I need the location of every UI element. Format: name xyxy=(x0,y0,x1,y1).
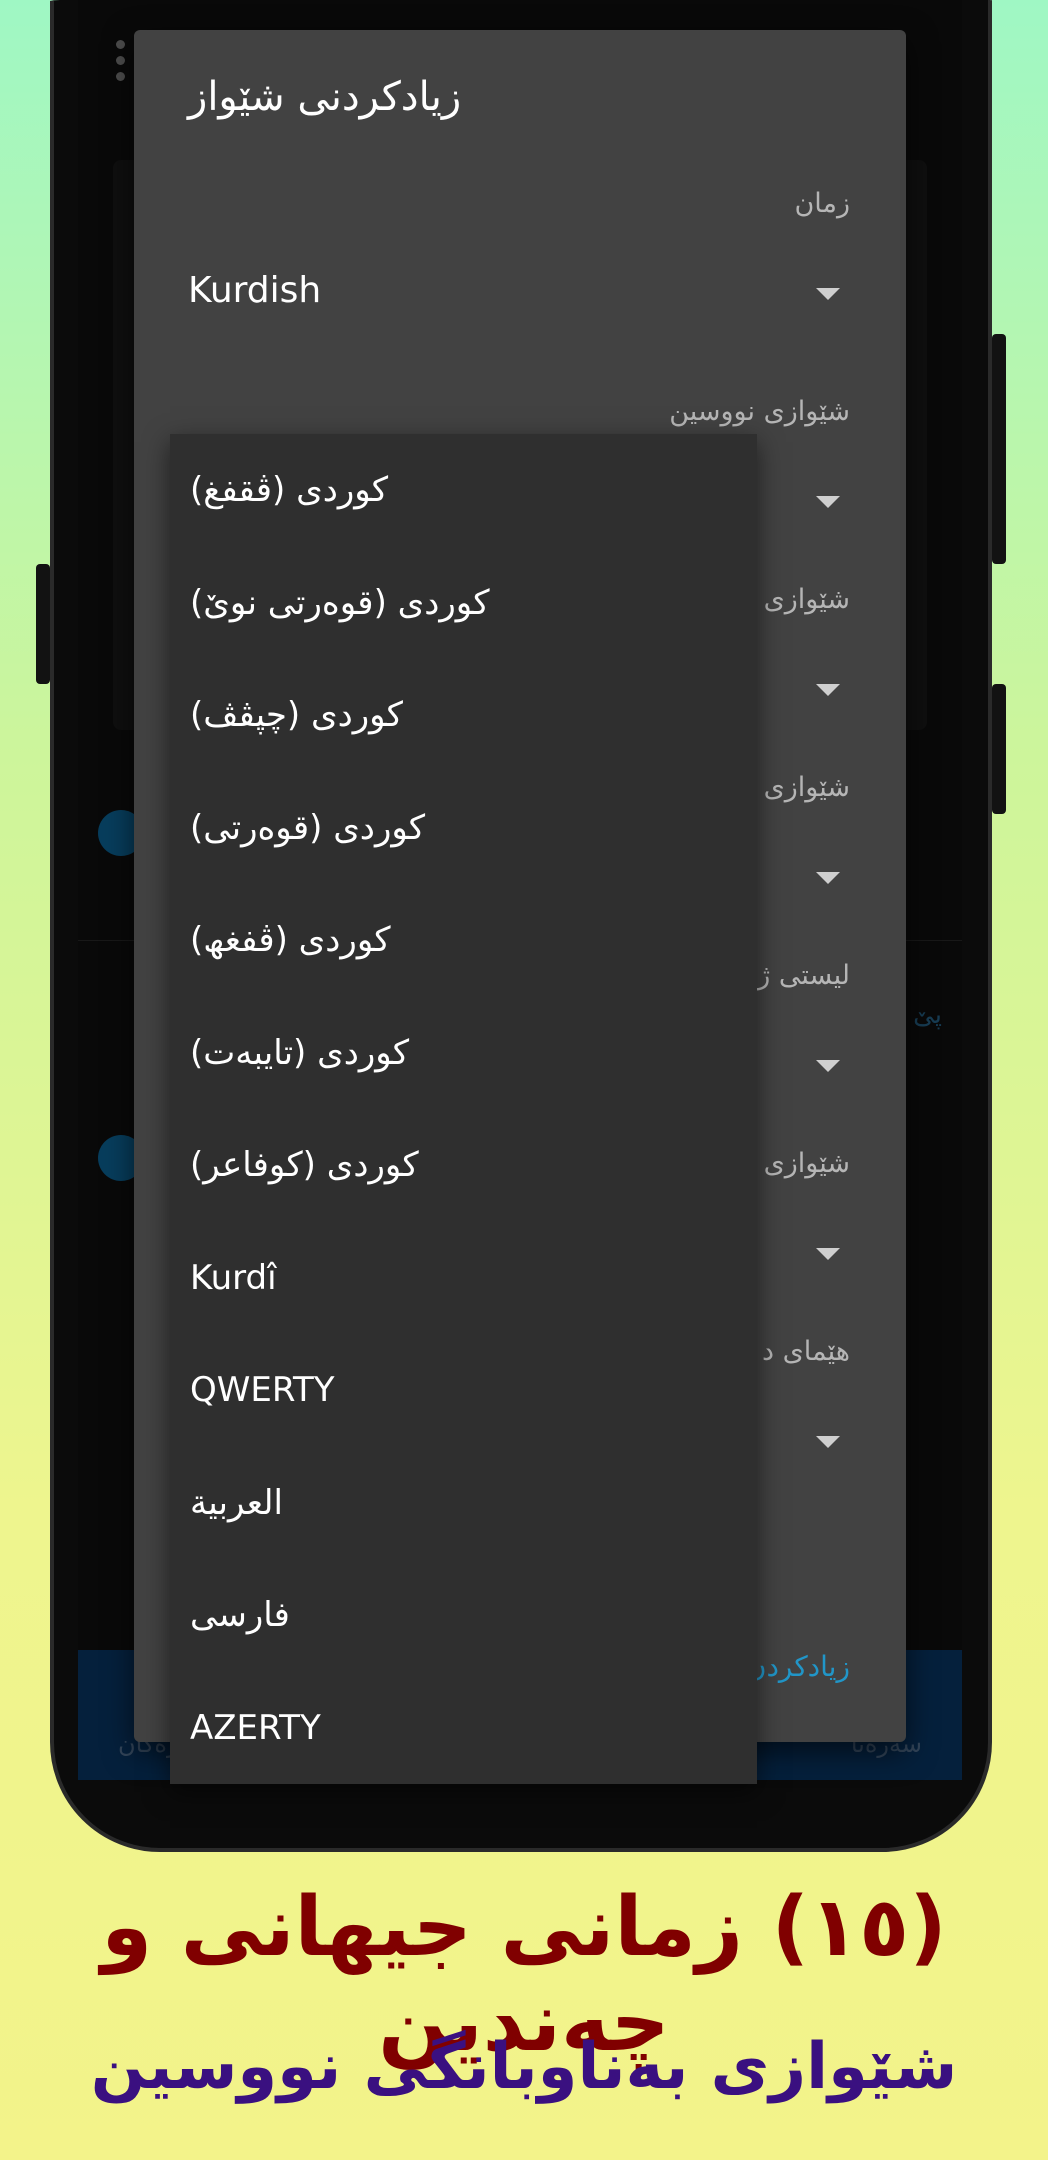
chevron-down-icon xyxy=(816,496,840,508)
dropdown-item[interactable]: کوردی (کوفاعر) xyxy=(170,1109,757,1222)
dropdown-item[interactable]: AZERTY xyxy=(170,1672,757,1785)
chevron-down-icon xyxy=(816,872,840,884)
chevron-down-icon xyxy=(816,684,840,696)
field3-label: شێوازی xyxy=(763,584,850,615)
dropdown-item[interactable]: کوردی (قوەرتی) xyxy=(170,772,757,885)
dropdown-item[interactable]: کوردی (چپڤڤ) xyxy=(170,659,757,772)
chevron-down-icon xyxy=(816,1248,840,1260)
field5-label: لیستی ژ xyxy=(757,960,850,991)
side-button xyxy=(992,684,1006,814)
promo-panel: پێ پەرەکان سەرەتا زیادکردنی شێواز زمان K… xyxy=(0,0,1048,2160)
field6-label: شێوازی xyxy=(763,1148,850,1179)
power-button xyxy=(992,334,1006,564)
dropdown-item[interactable]: کوردی (ڤفغھ) xyxy=(170,884,757,997)
language-value: Kurdish xyxy=(188,270,322,311)
field7-label: هێمای د xyxy=(762,1336,850,1367)
dropdown-item[interactable]: فارسی xyxy=(170,1559,757,1672)
dropdown-item[interactable]: کوردی (تایبەت) xyxy=(170,997,757,1110)
dropdown-item[interactable]: العربية xyxy=(170,1447,757,1560)
dropdown-item[interactable]: کوردی (ڤقفغ) xyxy=(170,434,757,547)
dialog-title: زیادکردنی شێواز xyxy=(188,74,462,120)
volume-button xyxy=(36,564,50,684)
layout-dropdown-list: کوردی (ڤقفغ) کوردی (قوەرتی نوێ) کوردی (چ… xyxy=(170,434,757,1784)
chevron-down-icon xyxy=(816,1060,840,1072)
dropdown-item[interactable]: QWERTY xyxy=(170,1334,757,1447)
chevron-down-icon xyxy=(816,288,840,300)
chevron-down-icon xyxy=(816,1436,840,1448)
add-button[interactable]: زیادکردن xyxy=(746,1650,850,1683)
field4-label: شێوازی xyxy=(763,772,850,803)
language-spinner[interactable]: Kurdish xyxy=(188,264,850,324)
dropdown-item[interactable]: Kurdî xyxy=(170,1222,757,1335)
layout-label: شێوازی نووسین xyxy=(669,396,850,427)
caption-subtitle: شێوازی بەناوبانگی نووسین xyxy=(90,2030,958,2104)
dropdown-item[interactable]: کوردی (قوەرتی نوێ) xyxy=(170,547,757,660)
language-label: زمان xyxy=(794,188,850,219)
